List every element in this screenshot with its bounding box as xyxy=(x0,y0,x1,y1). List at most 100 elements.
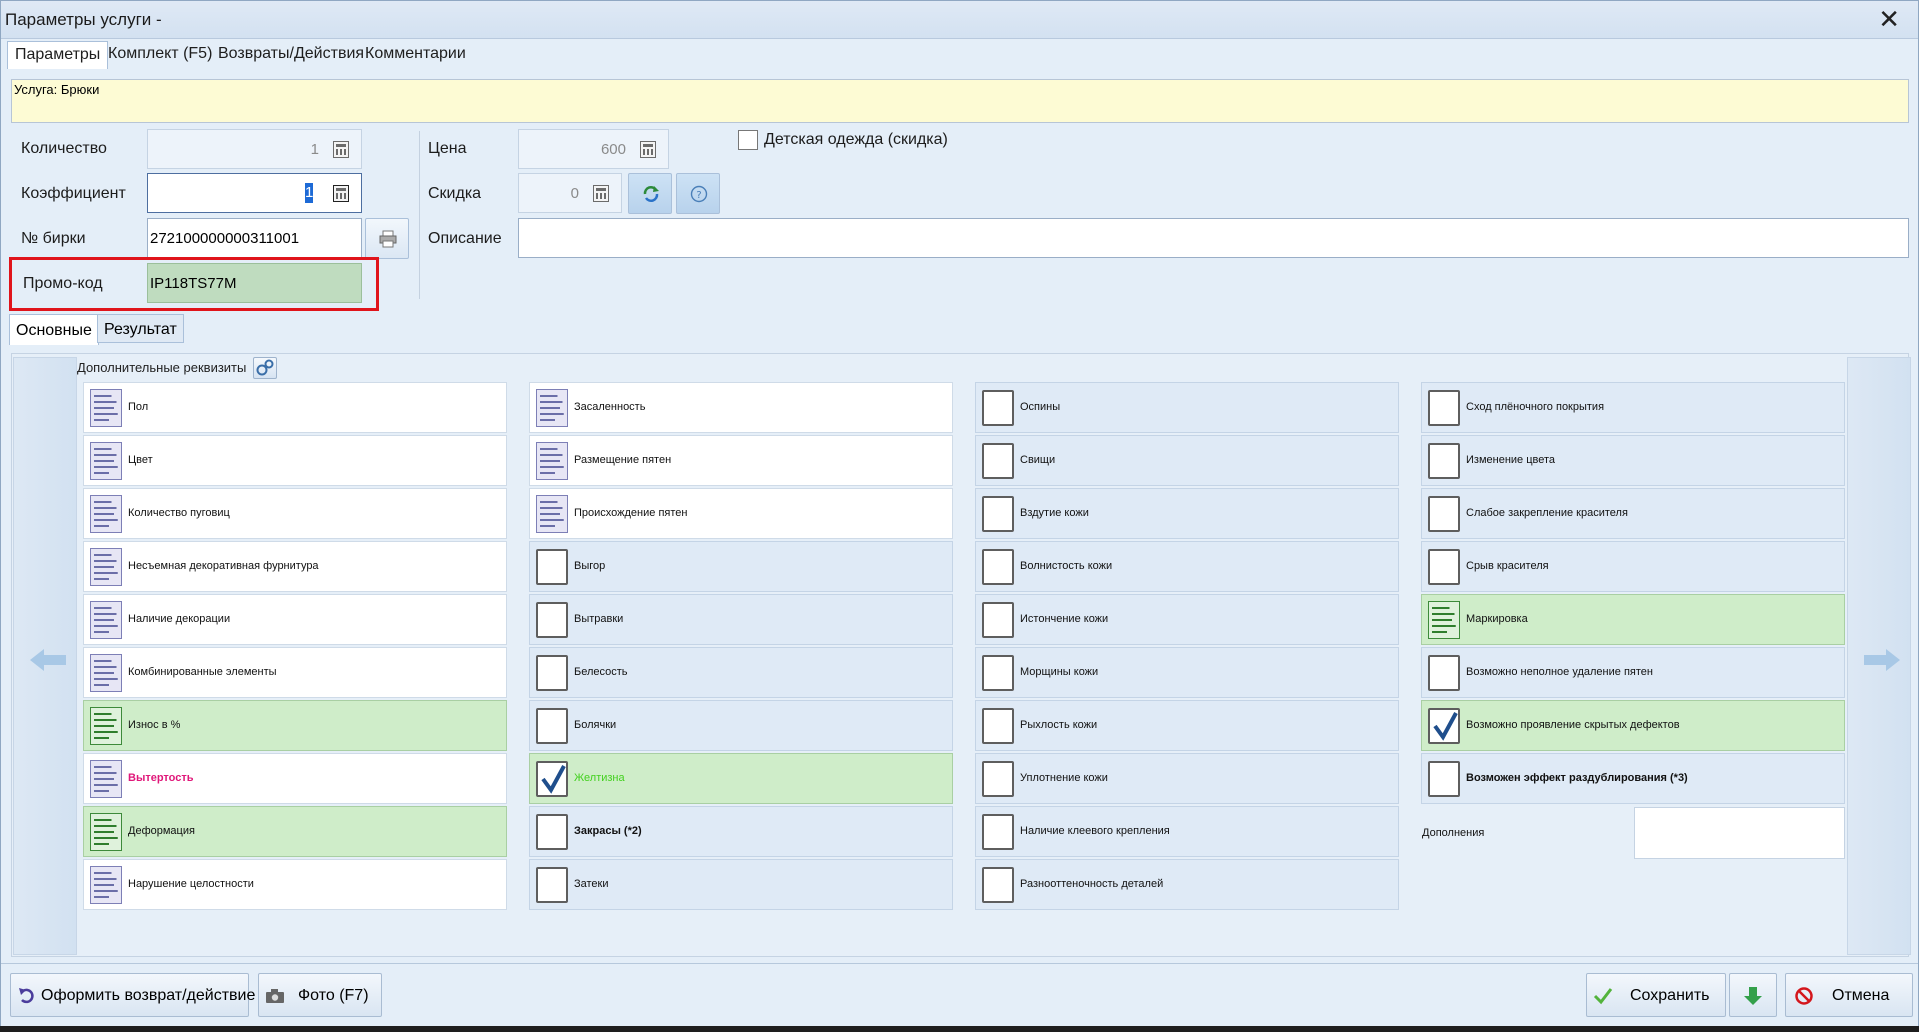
coefficient-value: 1 xyxy=(305,183,314,203)
taskbar-edge xyxy=(0,1026,1919,1032)
arrow-right-icon xyxy=(1864,649,1900,671)
attribute-label: Пол xyxy=(128,401,149,413)
calculator-icon[interactable] xyxy=(333,185,349,202)
checkbox-icon xyxy=(982,708,1014,744)
attribute-item[interactable]: Износ в % xyxy=(83,700,507,751)
attribute-item[interactable]: Происхождение пятен xyxy=(529,488,953,539)
attribute-item[interactable]: Белесость xyxy=(529,647,953,698)
attribute-item[interactable]: Разнооттеночность деталей xyxy=(975,859,1399,910)
calculator-icon[interactable] xyxy=(333,141,349,158)
tab-comments[interactable]: Комментарии xyxy=(358,41,473,68)
nav-next[interactable] xyxy=(1847,357,1911,955)
attribute-label: Белесость xyxy=(574,666,628,678)
attribute-item[interactable]: Уплотнение кожи xyxy=(975,753,1399,804)
attribute-item[interactable]: Морщины кожи xyxy=(975,647,1399,698)
attribute-item[interactable]: Маркировка xyxy=(1421,594,1845,645)
child-clothes-checkbox[interactable] xyxy=(738,130,758,150)
attribute-item[interactable]: Несъемная декоративная фурнитура xyxy=(83,541,507,592)
tab-main[interactable]: Основные xyxy=(9,314,99,345)
title-bar: Параметры услуги - ✕ xyxy=(1,1,1918,39)
attribute-item[interactable]: Вытравки xyxy=(529,594,953,645)
attribute-item[interactable]: Цвет xyxy=(83,435,507,486)
attribute-item[interactable]: Закрасы (*2) xyxy=(529,806,953,857)
attribute-item[interactable]: Истончение кожи xyxy=(975,594,1399,645)
attribute-item[interactable]: Вздутие кожи xyxy=(975,488,1399,539)
attribute-item[interactable]: Размещение пятен xyxy=(529,435,953,486)
attribute-item[interactable]: Вытертость xyxy=(83,753,507,804)
nav-prev[interactable] xyxy=(13,357,77,955)
attribute-label: Деформация xyxy=(128,825,195,837)
tag-number-label: № бирки xyxy=(21,230,86,247)
attribute-item[interactable]: Изменение цвета xyxy=(1421,435,1845,486)
checkbox-icon xyxy=(536,655,568,691)
cancel-button[interactable]: Отмена xyxy=(1785,973,1913,1017)
attribute-item[interactable]: Волнистость кожи xyxy=(975,541,1399,592)
discount-value: 0 xyxy=(570,185,579,202)
tab-kit[interactable]: Комплект (F5) xyxy=(101,41,219,68)
attribute-label: Морщины кожи xyxy=(1020,666,1099,678)
footer-separator xyxy=(1,963,1918,964)
window-title: Параметры услуги - xyxy=(5,10,162,29)
attribute-item[interactable]: Возможно проявление скрытых дефектов xyxy=(1421,700,1845,751)
gears-icon xyxy=(256,359,274,376)
attribute-item[interactable]: Возможно неполное удаление пятен xyxy=(1421,647,1845,698)
calculator-icon[interactable] xyxy=(640,141,656,158)
attribute-item[interactable]: Деформация xyxy=(83,806,507,857)
description-field[interactable] xyxy=(518,218,1909,258)
checkbox-icon xyxy=(1428,655,1460,691)
print-tag-button[interactable] xyxy=(365,218,409,259)
discount-help-button[interactable]: ? xyxy=(676,173,720,214)
attribute-item[interactable]: Засаленность xyxy=(529,382,953,433)
list-icon xyxy=(90,601,122,639)
form-separator xyxy=(419,131,420,299)
attribute-item[interactable]: Слабое закрепление красителя xyxy=(1421,488,1845,539)
service-params-window: Параметры услуги - ✕ Параметры Комплект … xyxy=(0,0,1919,1032)
tab-parameters[interactable]: Параметры xyxy=(7,41,109,69)
calculator-icon[interactable] xyxy=(593,185,609,202)
attribute-item[interactable]: Сход плёночного покрытия xyxy=(1421,382,1845,433)
extras-field[interactable] xyxy=(1634,807,1845,859)
attribute-item[interactable]: Срыв красителя xyxy=(1421,541,1845,592)
attribute-item[interactable]: Оспины xyxy=(975,382,1399,433)
return-action-button[interactable]: Оформить возврат/действие xyxy=(10,973,255,1017)
attribute-item[interactable]: Рыхлость кожи xyxy=(975,700,1399,751)
attributes-settings-button[interactable] xyxy=(253,357,277,379)
quantity-field[interactable]: 1 xyxy=(147,129,362,169)
attribute-item[interactable]: Комбинированные элементы xyxy=(83,647,507,698)
tab-result[interactable]: Результат xyxy=(97,314,184,343)
refresh-discount-button[interactable] xyxy=(628,173,672,214)
attribute-item[interactable]: Количество пуговиц xyxy=(83,488,507,539)
save-button[interactable]: Сохранить xyxy=(1586,973,1726,1017)
attribute-item[interactable]: Наличие клеевого крепления xyxy=(975,806,1399,857)
attribute-label: Свищи xyxy=(1020,454,1056,466)
photo-button[interactable]: Фото (F7) xyxy=(258,973,382,1017)
tag-number-field[interactable]: 272100000000311001 xyxy=(147,218,362,258)
checkbox-icon xyxy=(536,814,568,850)
discount-field[interactable]: 0 xyxy=(518,173,622,213)
attribute-label: Уплотнение кожи xyxy=(1020,772,1108,784)
attribute-label: Наличие клеевого крепления xyxy=(1020,825,1170,837)
save-dropdown-button[interactable] xyxy=(1729,973,1777,1017)
attribute-label: Возможно неполное удаление пятен xyxy=(1466,666,1653,678)
attribute-item[interactable]: Желтизна xyxy=(529,753,953,804)
attribute-item[interactable]: Болячки xyxy=(529,700,953,751)
checkbox-icon xyxy=(1428,390,1460,426)
attribute-item[interactable]: Свищи xyxy=(975,435,1399,486)
attribute-label: Истончение кожи xyxy=(1020,613,1109,625)
close-icon[interactable]: ✕ xyxy=(1878,5,1900,33)
attribute-item[interactable]: Затеки xyxy=(529,859,953,910)
attribute-item[interactable]: Выгор xyxy=(529,541,953,592)
tab-returns[interactable]: Возвраты/Действия xyxy=(211,41,371,68)
price-field[interactable]: 600 xyxy=(518,129,669,169)
attribute-item[interactable]: Наличие декорации xyxy=(83,594,507,645)
attribute-item[interactable]: Возможен эффект раздублирования (*3) xyxy=(1421,753,1845,804)
attribute-item[interactable]: Пол xyxy=(83,382,507,433)
attribute-item[interactable]: Нарушение целостности xyxy=(83,859,507,910)
coefficient-field[interactable]: 1 xyxy=(147,173,362,213)
checkbox-icon xyxy=(982,390,1014,426)
checkbox-icon xyxy=(982,867,1014,903)
attribute-label: Желтизна xyxy=(574,772,625,784)
refresh-icon xyxy=(643,186,659,202)
attribute-label: Несъемная декоративная фурнитура xyxy=(128,560,319,572)
attribute-label: Происхождение пятен xyxy=(574,507,688,519)
